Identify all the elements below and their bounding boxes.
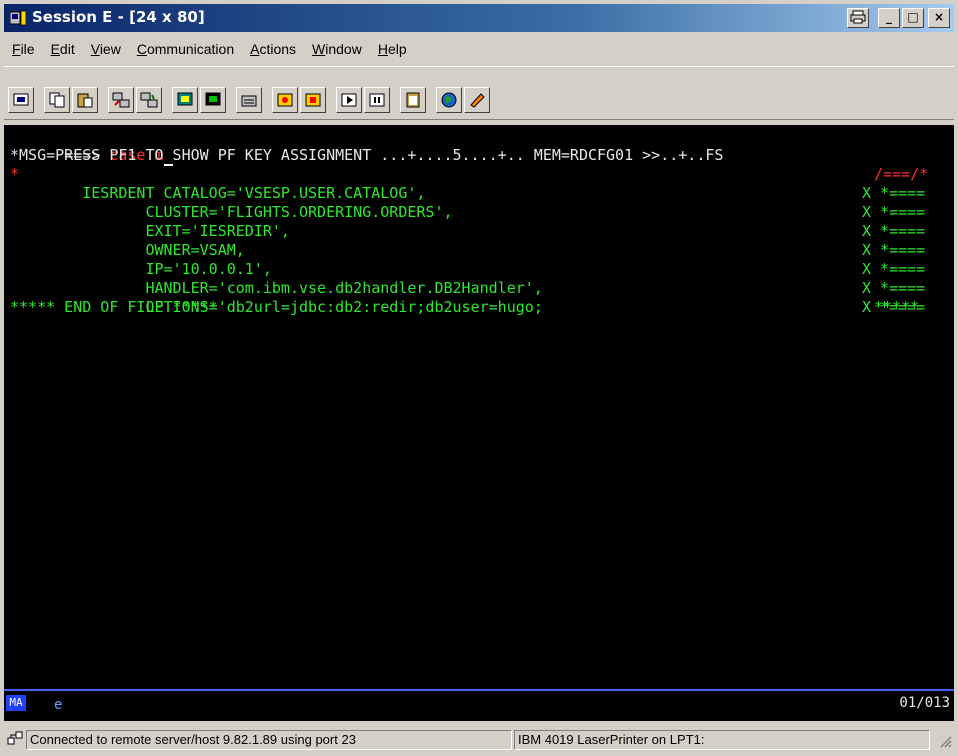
minimize-button[interactable]: _ xyxy=(878,8,900,28)
keyboard-map-button[interactable] xyxy=(200,87,226,113)
menu-label-rest: dit xyxy=(59,41,75,57)
menu-actions[interactable]: Actions xyxy=(242,41,304,57)
play-macro-icon xyxy=(341,93,357,107)
record-macro-icon xyxy=(277,93,293,107)
receive-file-button[interactable] xyxy=(136,87,162,113)
maximize-button[interactable]: □ xyxy=(902,8,924,28)
clipboard-button[interactable] xyxy=(400,87,426,113)
record-macro-button[interactable] xyxy=(272,87,298,113)
code-line[interactable]: OWNER=VSAM, xyxy=(10,241,244,260)
menu-communication[interactable]: Communication xyxy=(129,41,242,57)
menu-accelerator: E xyxy=(50,41,60,57)
connection-status: Connected to remote server/host 9.82.1.8… xyxy=(26,730,512,750)
menu-window[interactable]: Window xyxy=(304,41,370,57)
continuation-marker: X *==== xyxy=(862,279,926,297)
toolbar xyxy=(4,66,954,120)
paste-button[interactable] xyxy=(72,87,98,113)
macro-button[interactable] xyxy=(236,87,262,113)
continuation-marker: X *==== xyxy=(862,203,926,221)
menu-bar: File Edit View Communication Actions Window He… xyxy=(4,36,954,62)
print-screen-button[interactable] xyxy=(8,87,34,113)
code-line[interactable]: CLUSTER='FLIGHTS.ORDERING.ORDERS', xyxy=(10,203,452,222)
status-bar: Connected to remote server/host 9.82.1.8… xyxy=(4,728,954,752)
send-file-icon xyxy=(112,92,130,108)
menu-accelerator: V xyxy=(90,41,100,57)
pause-macro-button[interactable] xyxy=(364,87,390,113)
menu-label-rest: indow xyxy=(325,41,362,57)
print-screen-icon xyxy=(13,93,29,106)
menu-label-rest: ommunication xyxy=(146,41,235,57)
print-icon[interactable] xyxy=(847,8,869,28)
command-line[interactable]: ===> case m xyxy=(10,127,173,166)
keyboard-map-icon xyxy=(205,92,221,106)
window-title: Session E - [24 x 80] xyxy=(32,8,205,26)
menu-label-rest: iew xyxy=(99,41,121,57)
menu-label-rest: ctions xyxy=(259,41,297,57)
continuation-marker: X *==== xyxy=(862,260,926,278)
copy-icon xyxy=(49,92,65,108)
star-marker: * xyxy=(10,165,20,183)
menu-accelerator: H xyxy=(377,41,388,57)
connection-indicator: MA xyxy=(6,695,26,711)
printer-status: IBM 4019 LaserPrinter on LPT1: xyxy=(514,730,930,750)
menu-accelerator: C xyxy=(136,41,147,57)
end-of-file-line: ***** END OF FILE ***** xyxy=(10,298,218,316)
header-line: *MSG=PRESS PF1 TO SHOW PF KEY ASSIGNMENT… xyxy=(10,146,724,164)
pause-macro-icon xyxy=(369,93,385,107)
continuation-marker: X *==== xyxy=(862,222,926,240)
end-of-file-marker: ***** xyxy=(874,298,920,316)
right-marker: /===/* xyxy=(874,165,929,183)
play-macro-button[interactable] xyxy=(336,87,362,113)
cursor-position: 01/013 xyxy=(899,695,950,711)
printer-glyph xyxy=(850,10,866,24)
menu-edit[interactable]: Edit xyxy=(43,41,83,57)
menu-label-rest: elp xyxy=(387,41,407,57)
code-line[interactable]: IP='10.0.0.1', xyxy=(10,260,271,279)
macro-icon xyxy=(241,95,257,107)
title-bar[interactable]: Session E - [24 x 80] _ □ × xyxy=(4,4,954,32)
stop-macro-button[interactable] xyxy=(300,87,326,113)
code-line[interactable]: HANDLER='com.ibm.vse.db2handler.DB2Handl… xyxy=(10,279,542,298)
resize-grip-icon[interactable] xyxy=(938,734,952,748)
continuation-marker: X *==== xyxy=(862,184,926,202)
help-icon xyxy=(470,93,485,108)
stop-macro-icon xyxy=(305,93,321,107)
clipboard-icon xyxy=(406,92,420,108)
code-line[interactable]: IESRDENT CATALOG='VSESP.USER.CATALOG', xyxy=(10,184,425,203)
oia-input-indicator: e xyxy=(54,697,63,713)
network-icon xyxy=(7,731,23,745)
send-file-button[interactable] xyxy=(108,87,134,113)
terminal-screen[interactable]: ===> case m *MSG=PRESS PF1 TO SHOW PF KE… xyxy=(4,125,954,689)
globe-icon xyxy=(441,92,457,108)
emulator-window: Session E - [24 x 80] _ □ × File Edit View… xyxy=(0,0,958,756)
menu-accelerator: W xyxy=(312,41,326,57)
copy-button[interactable] xyxy=(44,87,70,113)
menu-view[interactable]: View xyxy=(83,41,129,57)
display-setup-button[interactable] xyxy=(172,87,198,113)
display-setup-icon xyxy=(177,92,193,106)
continuation-marker: X *==== xyxy=(862,241,926,259)
close-button[interactable]: × xyxy=(928,8,950,28)
menu-file[interactable]: File xyxy=(4,41,43,57)
code-line[interactable]: EXIT='IESREDIR', xyxy=(10,222,290,241)
help-button[interactable] xyxy=(464,87,490,113)
menu-label-rest: ile xyxy=(20,41,35,57)
receive-file-icon xyxy=(140,92,158,108)
globe-button[interactable] xyxy=(436,87,462,113)
menu-help[interactable]: Help xyxy=(370,41,415,57)
operator-info-area: MA e 01/013 xyxy=(4,689,954,721)
paste-icon xyxy=(77,93,93,108)
menu-accelerator: F xyxy=(12,41,21,57)
session-icon xyxy=(10,10,26,26)
